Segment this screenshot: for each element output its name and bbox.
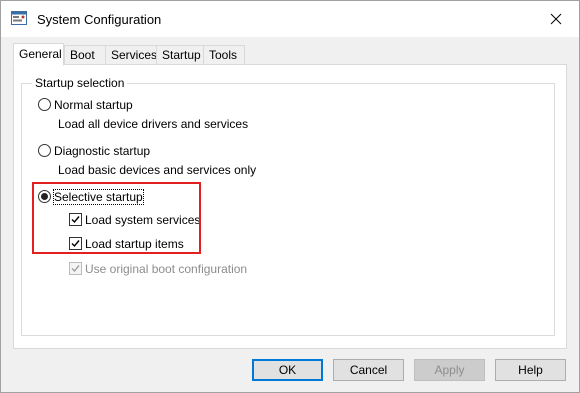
diagnostic-startup-label[interactable]: Diagnostic startup [54, 144, 150, 158]
normal-startup-label[interactable]: Normal startup [54, 98, 133, 112]
title-bar: System Configuration [1, 1, 579, 37]
normal-startup-description: Load all device drivers and services [58, 117, 249, 131]
diagnostic-startup-description: Load basic devices and services only [58, 163, 257, 177]
apply-button[interactable]: Apply [414, 359, 485, 381]
selective-startup-radio[interactable] [38, 190, 51, 203]
checkmark-icon [71, 265, 80, 273]
tab-boot[interactable]: Boot [64, 45, 106, 65]
startup-selection-legend: Startup selection [32, 76, 128, 90]
use-original-boot-checkbox[interactable] [69, 262, 82, 275]
close-icon [550, 13, 562, 25]
system-configuration-window: System Configuration General Boot Servic… [0, 0, 580, 393]
load-system-services-label[interactable]: Load system services [85, 213, 200, 227]
load-startup-items-checkbox[interactable] [69, 237, 82, 250]
system-config-icon [11, 11, 27, 25]
checkmark-icon [71, 240, 80, 248]
use-original-boot-label[interactable]: Use original boot configuration [85, 262, 247, 276]
load-startup-items-label[interactable]: Load startup items [85, 237, 184, 251]
window-title: System Configuration [37, 12, 162, 27]
selective-startup-label[interactable]: Selective startup [53, 189, 144, 205]
close-button[interactable] [533, 1, 579, 37]
tab-services[interactable]: Services [105, 45, 157, 65]
tab-general[interactable]: General [13, 43, 64, 66]
normal-startup-radio[interactable] [38, 98, 51, 111]
diagnostic-startup-radio[interactable] [38, 144, 51, 157]
tab-tools[interactable]: Tools [203, 45, 245, 65]
checkmark-icon [71, 216, 80, 224]
ok-button[interactable]: OK [252, 359, 323, 381]
load-system-services-checkbox[interactable] [69, 213, 82, 226]
cancel-button[interactable]: Cancel [333, 359, 404, 381]
help-button[interactable]: Help [495, 359, 566, 381]
tab-startup[interactable]: Startup [156, 45, 204, 65]
